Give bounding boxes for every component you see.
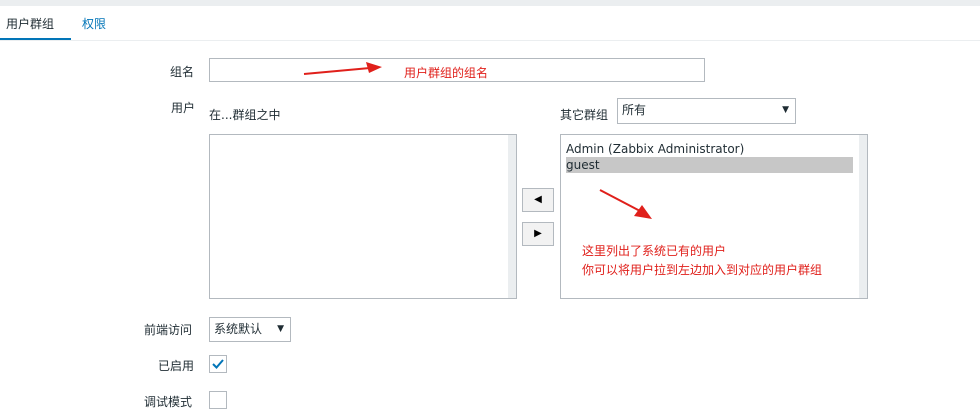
users-annotation-line1: 这里列出了系统已有的用户 bbox=[582, 244, 727, 258]
triangle-down-icon: ▼ bbox=[782, 105, 789, 115]
enabled-checkbox[interactable] bbox=[209, 355, 227, 373]
debug-mode-label: 调试模式 bbox=[144, 395, 193, 409]
check-icon bbox=[212, 359, 224, 369]
triangle-right-icon: ▶ bbox=[534, 228, 542, 239]
triangle-left-icon: ◀ bbox=[534, 194, 542, 205]
list-item-selected[interactable]: guest bbox=[566, 157, 853, 173]
enabled-label: 已启用 bbox=[158, 359, 195, 373]
annotation-arrow-icon bbox=[303, 62, 382, 75]
in-group-list-scrollbar[interactable] bbox=[508, 135, 516, 298]
triangle-down-icon: ▼ bbox=[277, 324, 284, 334]
frontend-access-value: 系统默认 bbox=[214, 322, 263, 336]
other-users-list-scrollbar[interactable] bbox=[859, 135, 867, 298]
group-name-annotation: 用户群组的组名 bbox=[404, 66, 489, 80]
users-annotation-line2: 你可以将用户拉到左边加入到对应的用户群组 bbox=[582, 263, 823, 277]
annotation-arrow-icon bbox=[599, 189, 652, 219]
frontend-access-select[interactable]: 系统默认 ▼ bbox=[209, 317, 291, 342]
other-groups-label: 其它群组 bbox=[560, 108, 609, 122]
move-left-button[interactable]: ◀ bbox=[522, 188, 554, 212]
in-group-users-list[interactable] bbox=[209, 134, 517, 299]
frontend-access-label: 前端访问 bbox=[144, 323, 193, 337]
other-groups-select[interactable]: 所有 ▼ bbox=[617, 98, 796, 124]
tab-user-groups[interactable]: 用户群组 bbox=[6, 15, 54, 32]
tab-permissions[interactable]: 权限 bbox=[82, 15, 106, 32]
move-right-button[interactable]: ▶ bbox=[522, 222, 554, 246]
debug-mode-checkbox[interactable] bbox=[209, 391, 227, 409]
in-groups-label: 在...群组之中 bbox=[209, 108, 281, 122]
group-name-label: 组名 bbox=[170, 65, 195, 79]
tab-bar: 用户群组 权限 bbox=[0, 6, 980, 41]
list-item[interactable]: Admin (Zabbix Administrator) bbox=[566, 141, 744, 157]
users-label: 用户 bbox=[171, 101, 196, 115]
other-groups-select-value: 所有 bbox=[622, 103, 647, 117]
active-tab-indicator bbox=[0, 38, 71, 40]
